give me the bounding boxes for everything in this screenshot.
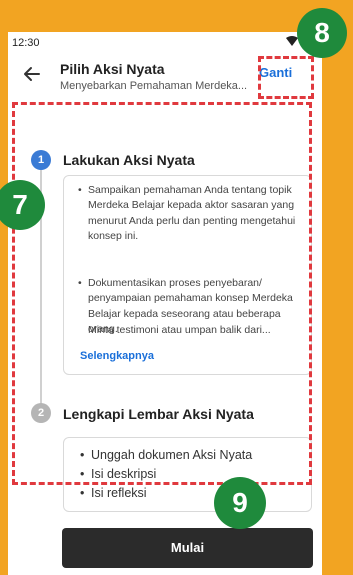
annotation-badge-9: 9 [214, 477, 266, 529]
annotation-badge-8: 8 [297, 8, 347, 58]
page-subtitle: Menyebarkan Pemahaman Merdeka... [60, 80, 248, 92]
step-2-bullet: Isi refleksi [80, 486, 146, 500]
page-title: Pilih Aksi Nyata [60, 61, 165, 77]
status-time: 12:30 [12, 37, 40, 49]
wifi-icon [286, 36, 298, 46]
highlight-steps-box [12, 102, 312, 485]
status-bar: 12:30 [8, 32, 322, 54]
mulai-button[interactable]: Mulai [62, 528, 313, 568]
arrow-left-icon[interactable] [22, 64, 42, 84]
highlight-ganti-box [258, 56, 314, 99]
